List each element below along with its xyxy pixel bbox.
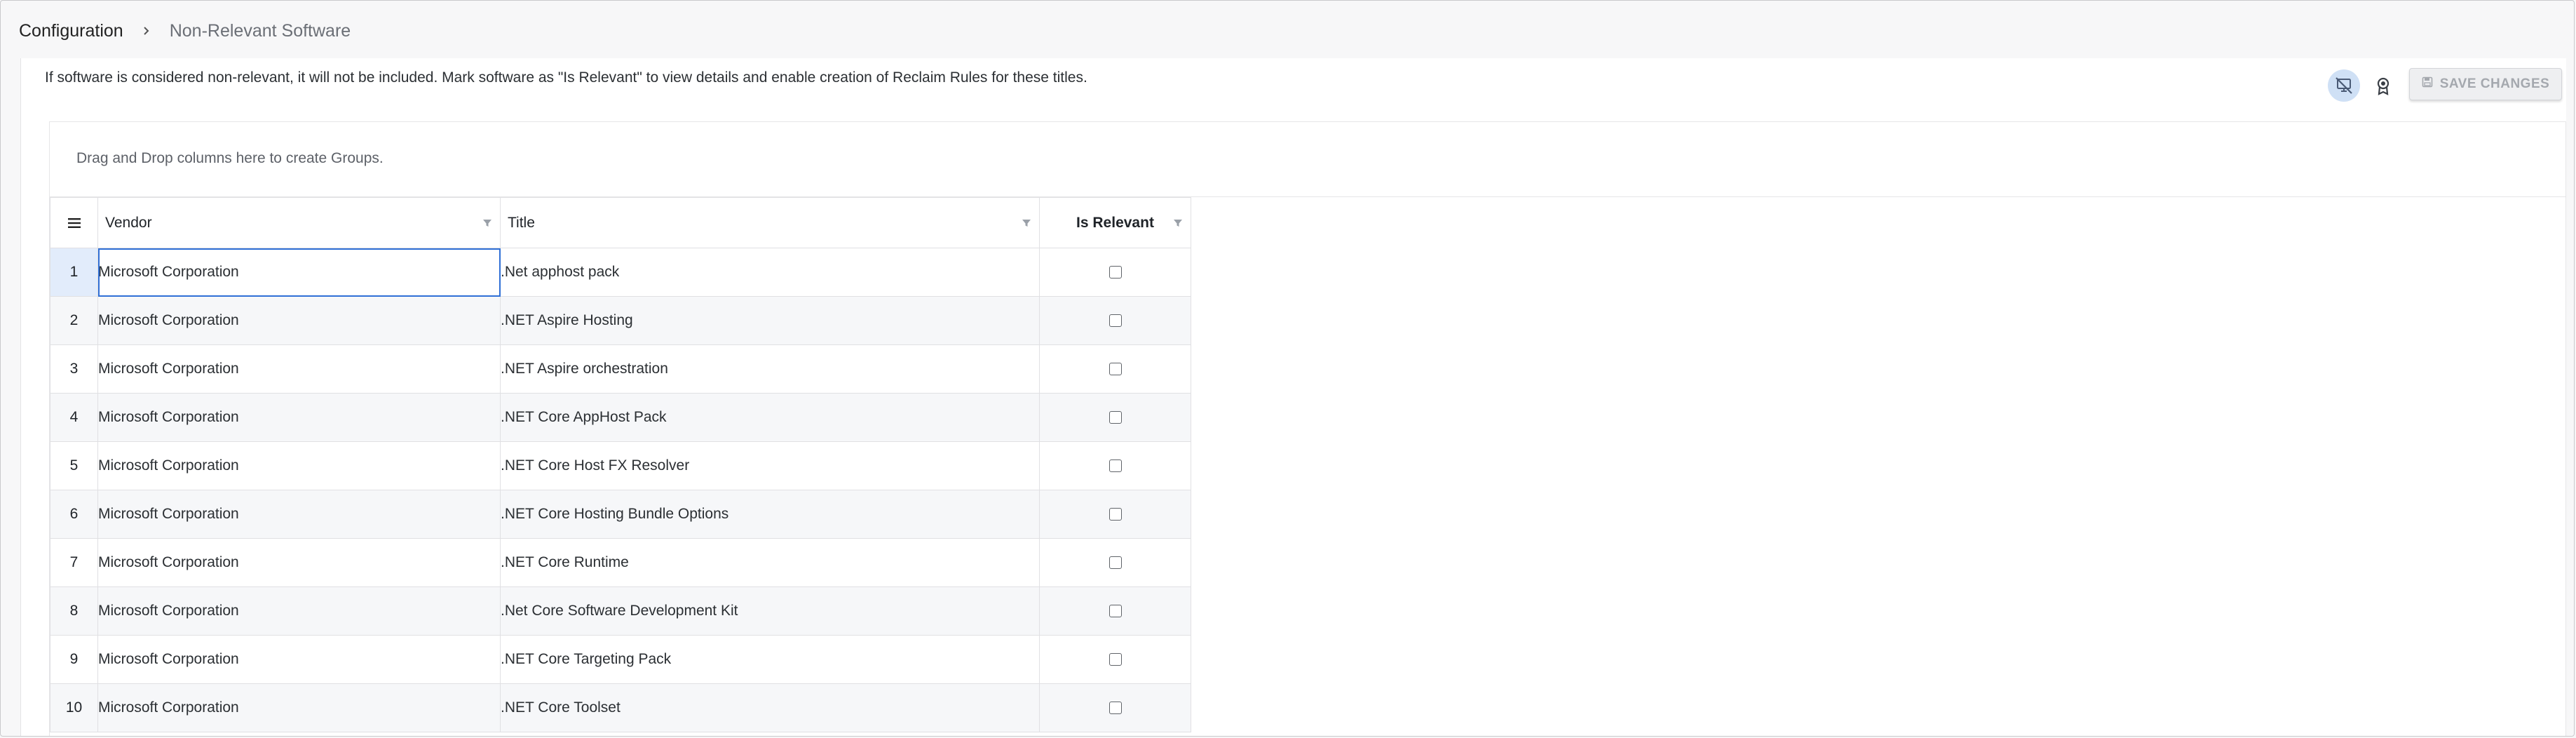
title-cell[interactable]: .NET Core Targeting Pack — [500, 635, 1040, 684]
header-row: Vendor Title Is Relevant — [50, 197, 1191, 248]
vendor-cell[interactable]: Microsoft Corporation — [97, 586, 501, 636]
vendor-cell[interactable]: Microsoft Corporation — [97, 538, 501, 587]
filter-icon[interactable] — [1021, 217, 1032, 229]
column-header-title-label: Title — [508, 214, 535, 231]
is-relevant-cell — [1039, 683, 1191, 732]
column-header-vendor-label: Vendor — [105, 214, 152, 231]
row-number: 1 — [50, 248, 98, 297]
info-message: If software is considered non-relevant, … — [45, 69, 1087, 86]
title-cell[interactable]: .NET Core Hosting Bundle Options — [500, 490, 1040, 539]
table-row[interactable]: 4 Microsoft Corporation .NET Core AppHos… — [50, 393, 1191, 442]
is-relevant-cell — [1039, 296, 1191, 345]
title-cell[interactable]: .Net apphost pack — [500, 248, 1040, 297]
vendor-cell[interactable]: Microsoft Corporation — [97, 441, 501, 490]
vendor-cell[interactable]: Microsoft Corporation — [97, 393, 501, 442]
save-changes-label: SAVE CHANGES — [2439, 76, 2550, 91]
title-cell[interactable]: .NET Core Runtime — [500, 538, 1040, 587]
ribbon-icon[interactable] — [2367, 69, 2399, 102]
row-number: 2 — [50, 296, 98, 345]
is-relevant-cell — [1039, 441, 1191, 490]
is-relevant-cell — [1039, 344, 1191, 394]
breadcrumb: Configuration Non-Relevant Software — [19, 19, 351, 43]
breadcrumb-current: Non-Relevant Software — [169, 20, 351, 41]
vendor-cell[interactable]: Microsoft Corporation — [97, 683, 501, 732]
software-grid: Drag and Drop columns here to create Gro… — [49, 121, 2566, 736]
vendor-cell[interactable]: Microsoft Corporation — [97, 248, 501, 297]
is-relevant-cell — [1039, 248, 1191, 297]
column-header-is-relevant-label: Is Relevant — [1076, 214, 1154, 231]
row-number: 8 — [50, 586, 98, 636]
vendor-cell[interactable]: Microsoft Corporation — [97, 296, 501, 345]
table-row[interactable]: 10 Microsoft Corporation .NET Core Tools… — [50, 683, 1191, 732]
save-changes-button[interactable]: SAVE CHANGES — [2409, 68, 2562, 100]
hamburger-menu-icon[interactable] — [50, 198, 97, 248]
group-drop-zone[interactable]: Drag and Drop columns here to create Gro… — [50, 122, 2565, 197]
is-relevant-checkbox[interactable] — [1109, 411, 1122, 424]
row-number: 4 — [50, 393, 98, 442]
column-header-is-relevant[interactable]: Is Relevant — [1039, 197, 1191, 248]
table-row[interactable]: 2 Microsoft Corporation .NET Aspire Host… — [50, 296, 1191, 345]
is-relevant-checkbox[interactable] — [1109, 702, 1122, 715]
row-number: 3 — [50, 344, 98, 394]
vendor-cell[interactable]: Microsoft Corporation — [97, 635, 501, 684]
title-cell[interactable]: .NET Aspire orchestration — [500, 344, 1040, 394]
is-relevant-checkbox[interactable] — [1109, 653, 1122, 666]
is-relevant-checkbox[interactable] — [1109, 266, 1122, 279]
software-table: Vendor Title Is Relevant 1 Microsoft Cor… — [50, 197, 1191, 732]
table-row[interactable]: 7 Microsoft Corporation .NET Core Runtim… — [50, 538, 1191, 587]
main-panel: If software is considered non-relevant, … — [20, 58, 2566, 736]
title-cell[interactable]: .NET Core Host FX Resolver — [500, 441, 1040, 490]
is-relevant-checkbox[interactable] — [1109, 605, 1122, 618]
is-relevant-checkbox[interactable] — [1109, 314, 1122, 328]
filter-icon[interactable] — [1172, 217, 1184, 229]
table-row[interactable]: 5 Microsoft Corporation .NET Core Host F… — [50, 441, 1191, 490]
hide-irrelevant-icon[interactable] — [2328, 69, 2360, 102]
table-row[interactable]: 1 Microsoft Corporation .Net apphost pac… — [50, 248, 1191, 297]
table-row[interactable]: 9 Microsoft Corporation .NET Core Target… — [50, 635, 1191, 684]
table-row[interactable]: 8 Microsoft Corporation .Net Core Softwa… — [50, 586, 1191, 636]
table-row[interactable]: 6 Microsoft Corporation .NET Core Hostin… — [50, 490, 1191, 539]
row-number: 5 — [50, 441, 98, 490]
title-cell[interactable]: .NET Core AppHost Pack — [500, 393, 1040, 442]
vendor-cell[interactable]: Microsoft Corporation — [97, 344, 501, 394]
row-number: 10 — [50, 683, 98, 732]
is-relevant-checkbox[interactable] — [1109, 556, 1122, 570]
app-frame: Configuration Non-Relevant Software If s… — [0, 0, 2575, 737]
filter-icon[interactable] — [482, 217, 493, 229]
is-relevant-cell — [1039, 635, 1191, 684]
breadcrumb-configuration-link[interactable]: Configuration — [19, 21, 123, 41]
column-header-vendor[interactable]: Vendor — [97, 197, 501, 248]
is-relevant-checkbox[interactable] — [1109, 508, 1122, 521]
column-header-title[interactable]: Title — [500, 197, 1040, 248]
is-relevant-cell — [1039, 586, 1191, 636]
table-row[interactable]: 3 Microsoft Corporation .NET Aspire orch… — [50, 344, 1191, 394]
row-number: 9 — [50, 635, 98, 684]
is-relevant-cell — [1039, 538, 1191, 587]
column-menu-header[interactable] — [50, 197, 98, 248]
chevron-right-icon — [139, 23, 154, 39]
title-cell[interactable]: .NET Core Toolset — [500, 683, 1040, 732]
is-relevant-checkbox[interactable] — [1109, 459, 1122, 473]
title-cell[interactable]: .Net Core Software Development Kit — [500, 586, 1040, 636]
is-relevant-cell — [1039, 490, 1191, 539]
title-cell[interactable]: .NET Aspire Hosting — [500, 296, 1040, 345]
row-number: 7 — [50, 538, 98, 587]
is-relevant-checkbox[interactable] — [1109, 363, 1122, 376]
floppy-disk-icon — [2422, 76, 2433, 92]
group-hint-text: Drag and Drop columns here to create Gro… — [76, 150, 384, 166]
row-number: 6 — [50, 490, 98, 539]
is-relevant-cell — [1039, 393, 1191, 442]
vendor-cell[interactable]: Microsoft Corporation — [97, 490, 501, 539]
